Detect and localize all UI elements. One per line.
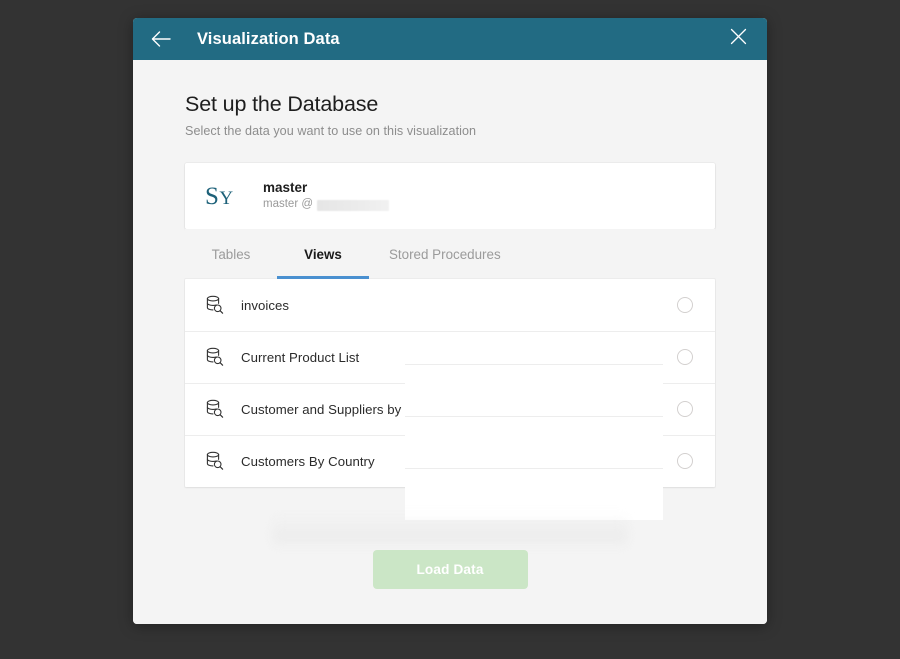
- back-button[interactable]: [147, 25, 175, 53]
- logo-letter-s: S: [205, 182, 220, 210]
- tab-views-label: Views: [304, 246, 342, 262]
- database-view-icon: [201, 399, 227, 419]
- database-view-icon: [201, 451, 227, 471]
- connection-name: master: [263, 179, 308, 195]
- tab-tables-label: Tables: [211, 246, 251, 262]
- load-data-button[interactable]: Load Data: [372, 549, 528, 589]
- modal-body: Set up the Database Select the data you …: [133, 60, 767, 624]
- page-subtitle: Select the data you want to use on this …: [185, 124, 477, 138]
- connection-detail-prefix: master @: [263, 198, 314, 211]
- object-type-tabs: Tables Views Stored Procedures: [185, 229, 715, 279]
- modal-title: Visualization Data: [197, 29, 340, 48]
- list-item[interactable]: Customer and Suppliers by City: [185, 383, 715, 435]
- tab-stored-procedures[interactable]: Stored Procedures: [369, 229, 521, 279]
- list-item-radio[interactable]: [677, 453, 693, 469]
- page-title: Set up the Database: [185, 92, 379, 116]
- database-view-icon: [201, 295, 227, 315]
- arrow-left-icon: [150, 30, 172, 48]
- modal-titlebar: Visualization Data: [133, 18, 767, 60]
- close-icon: [730, 28, 747, 50]
- close-button[interactable]: [725, 26, 751, 52]
- list-item-radio[interactable]: [677, 349, 693, 365]
- list-item-label: Current Product List: [241, 349, 360, 365]
- logo-letter-y: Y: [219, 187, 234, 209]
- database-view-icon: [201, 347, 227, 367]
- list-item[interactable]: Current Product List: [185, 331, 715, 383]
- list-item[interactable]: Customers By Country: [185, 435, 715, 487]
- tab-views[interactable]: Views: [277, 229, 369, 279]
- list-item-label: invoices: [241, 297, 290, 313]
- redacted-hostname: [317, 200, 390, 212]
- tab-stored-procedures-label: Stored Procedures: [389, 246, 501, 262]
- connection-detail: master @: [263, 196, 390, 213]
- list-item[interactable]: invoices: [185, 279, 715, 331]
- list-item-label: Customers By Country: [241, 453, 375, 469]
- views-list: invoices Current Product List Customer a…: [185, 279, 715, 487]
- connection-text: master master @: [263, 179, 390, 214]
- list-item-label: Customer and Suppliers by City: [241, 401, 428, 417]
- visualization-data-modal: Visualization Data Set up the Database S…: [133, 18, 767, 624]
- sy-logo: SY: [205, 184, 257, 209]
- database-connection-card[interactable]: SY master master @: [185, 163, 715, 229]
- list-item-radio[interactable]: [677, 401, 693, 417]
- list-item-radio[interactable]: [677, 297, 693, 313]
- tab-tables[interactable]: Tables: [185, 229, 277, 279]
- modal-footer: Load Data: [133, 514, 767, 624]
